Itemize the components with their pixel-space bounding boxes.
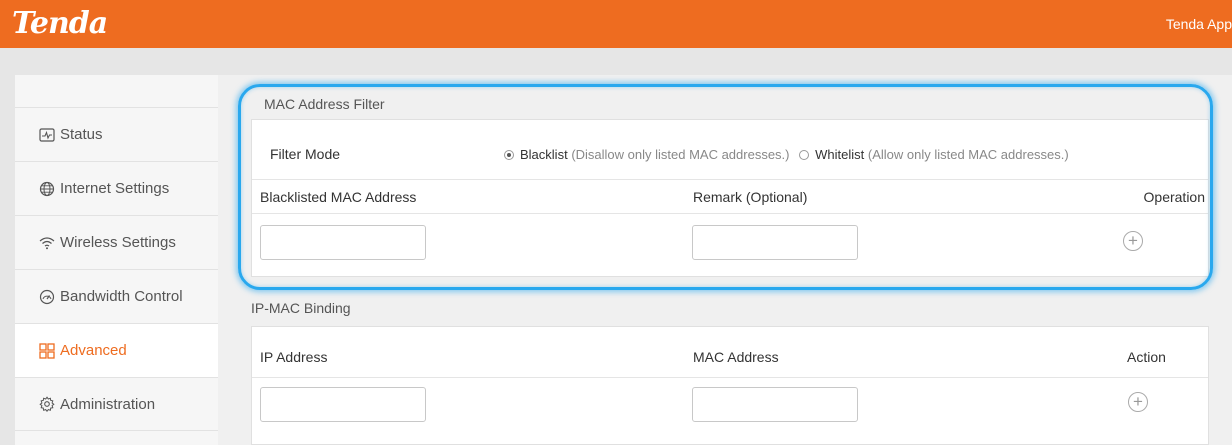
highlight-outline bbox=[238, 84, 1213, 290]
top-bar: Tenda Tenda App bbox=[0, 0, 1232, 48]
sidebar-item-wireless-settings[interactable]: Wireless Settings bbox=[15, 215, 218, 269]
column-header-action: Action bbox=[1127, 349, 1166, 365]
sidebar-item-label: Administration bbox=[60, 395, 156, 413]
gauge-icon bbox=[39, 289, 55, 305]
ip-mac-binding-title: IP-MAC Binding bbox=[251, 300, 351, 316]
wifi-icon bbox=[39, 235, 55, 251]
sidebar-item-advanced[interactable]: Advanced bbox=[15, 323, 218, 377]
ip-mac-binding-panel: IP Address MAC Address Action + bbox=[251, 326, 1209, 445]
sidebar-item-bandwidth-control[interactable]: Bandwidth Control bbox=[15, 269, 218, 323]
sidebar-item-label: Wireless Settings bbox=[60, 234, 176, 251]
sidebar-item-label: Status bbox=[60, 126, 103, 143]
status-icon bbox=[39, 127, 55, 143]
globe-icon bbox=[39, 181, 55, 197]
tenda-app-link[interactable]: Tenda App bbox=[1166, 16, 1232, 32]
sidebar-item-administration[interactable]: Administration bbox=[15, 377, 218, 431]
sidebar-item-label: Bandwidth Control bbox=[60, 288, 183, 305]
sidebar-item-label: Internet Settings bbox=[60, 180, 170, 197]
ip-address-input[interactable] bbox=[260, 387, 426, 422]
column-header-ip: IP Address bbox=[260, 349, 328, 365]
add-binding-button[interactable]: + bbox=[1128, 392, 1148, 412]
divider bbox=[252, 377, 1208, 378]
mac-address-input[interactable] bbox=[692, 387, 858, 422]
sidebar: Status Internet Settings Wireless Settin… bbox=[15, 75, 218, 445]
sidebar-item-label: Advanced bbox=[60, 342, 127, 359]
grid-icon bbox=[39, 342, 55, 359]
column-header-mac: MAC Address bbox=[693, 349, 779, 365]
sidebar-item-internet-settings[interactable]: Internet Settings bbox=[15, 161, 218, 215]
tenda-logo: Tenda bbox=[12, 6, 108, 41]
gear-icon bbox=[39, 396, 55, 412]
plus-icon: + bbox=[1133, 392, 1143, 411]
sidebar-item-status[interactable]: Status bbox=[15, 107, 218, 161]
